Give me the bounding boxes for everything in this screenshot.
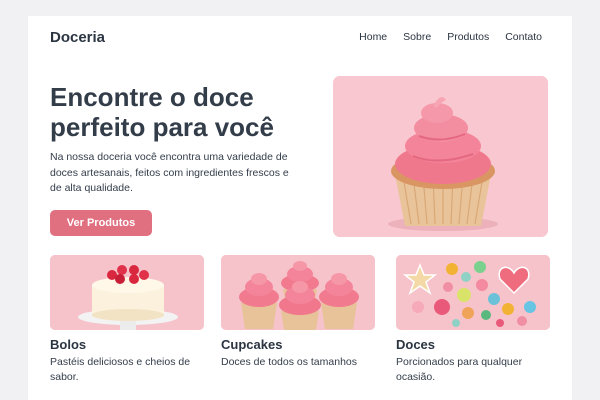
nav-produtos[interactable]: Produtos — [447, 31, 489, 43]
nav-home[interactable]: Home — [359, 31, 387, 43]
view-products-button[interactable]: Ver Produtos — [50, 210, 152, 236]
card-title: Bolos — [50, 337, 87, 352]
candies-image — [396, 255, 550, 330]
cupcakes-image — [221, 255, 375, 330]
card-doces[interactable]: Doces Porcionados para qualquer ocasião. — [396, 255, 552, 385]
nav-sobre[interactable]: Sobre — [403, 31, 431, 43]
cake-image — [50, 255, 204, 330]
page-container: Doceria Home Sobre Produtos Contato Enco… — [28, 16, 572, 400]
hero-title: Encontre o doce perfeito para você — [50, 82, 274, 142]
top-nav: Home Sobre Produtos Contato — [359, 31, 542, 43]
hero-description: Na nossa doceria você encontra uma varie… — [50, 151, 289, 194]
card-description: Pastéis deliciosos e cheios de sabor. — [50, 356, 191, 383]
card-description: Doces de todos os tamanhos — [221, 356, 357, 368]
card-cupcakes[interactable]: Cupcakes Doces de todos os tamanhos — [221, 255, 377, 370]
brand-logo[interactable]: Doceria — [50, 29, 105, 46]
card-bolos[interactable]: Bolos Pastéis deliciosos e cheios de sab… — [50, 255, 206, 385]
nav-contato[interactable]: Contato — [505, 31, 542, 43]
hero-cupcake-image — [333, 76, 548, 237]
card-title: Doces — [396, 337, 436, 352]
card-title: Cupcakes — [221, 337, 283, 352]
card-description: Porcionados para qualquer ocasião. — [396, 356, 523, 383]
